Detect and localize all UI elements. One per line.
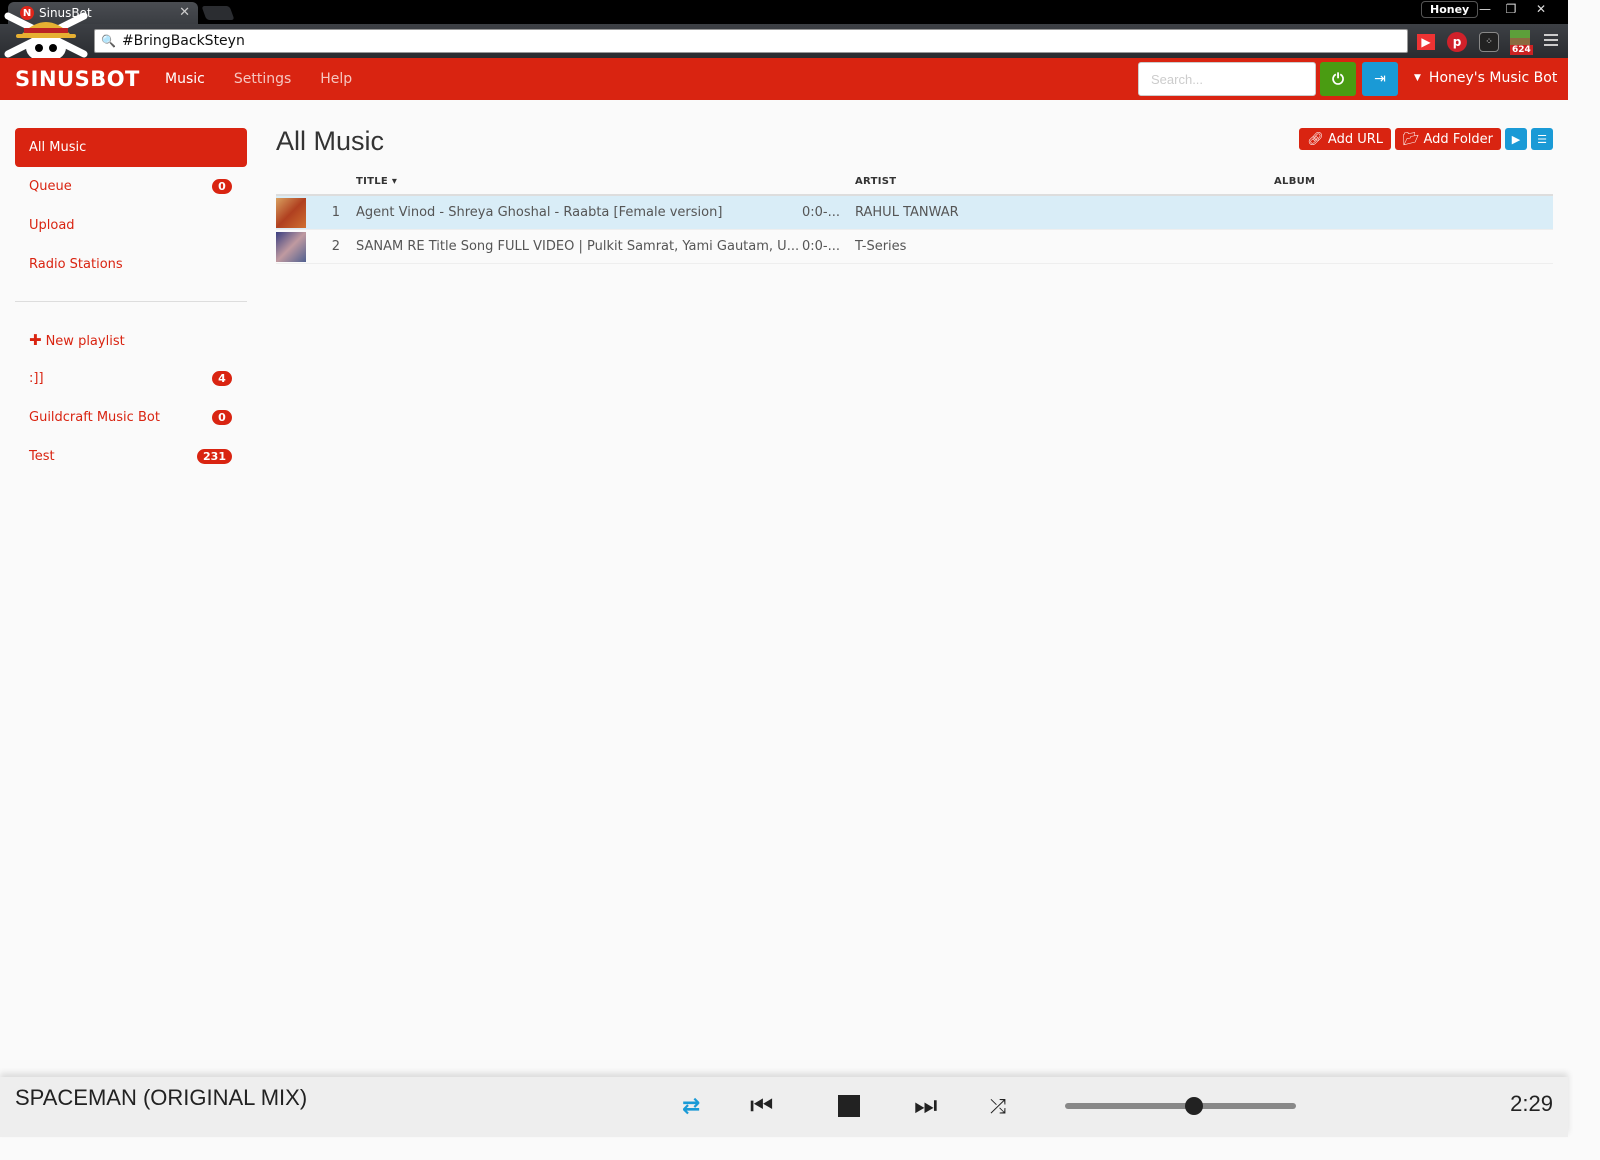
- table-row[interactable]: 2 SANAM RE Title Song FULL VIDEO | Pulki…: [276, 230, 1553, 264]
- profile-badge[interactable]: Honey: [1421, 1, 1479, 18]
- table-header: TITLE ▾ ARTIST ALBUM: [276, 168, 1553, 196]
- stop-icon: [838, 1095, 860, 1117]
- next-button[interactable]: ⏭: [914, 1091, 937, 1121]
- playlist-item[interactable]: :]] 4: [15, 359, 247, 398]
- play-icon: ▶: [1511, 132, 1521, 146]
- volume-slider-handle[interactable]: [1185, 1097, 1204, 1115]
- power-button[interactable]: ⏻: [1320, 62, 1356, 96]
- sidebar-item-upload[interactable]: Upload: [15, 206, 247, 245]
- nav-settings[interactable]: Settings: [234, 71, 291, 87]
- add-folder-label: Add Folder: [1423, 131, 1493, 147]
- repeat-button[interactable]: ⇄: [682, 1091, 700, 1121]
- sidebar-item-label: All Music: [29, 140, 87, 155]
- column-album[interactable]: ALBUM: [1274, 176, 1553, 187]
- new-playlist-label: New playlist: [45, 333, 125, 349]
- track-table: TITLE ▾ ARTIST ALBUM 1 Agent Vinod - Shr…: [276, 168, 1553, 264]
- track-number: 1: [331, 205, 340, 220]
- sidebar-item-label: Queue: [29, 179, 72, 194]
- close-tab-icon[interactable]: ✕: [179, 5, 190, 20]
- count-badge: 231: [197, 449, 232, 464]
- power-icon: ⏻: [1332, 70, 1344, 88]
- caret-down-icon: ▼: [1414, 73, 1421, 83]
- volume-slider[interactable]: [1065, 1097, 1296, 1115]
- youtube-icon[interactable]: ▶: [1417, 34, 1435, 50]
- fast-backward-icon: ⏮: [750, 1090, 774, 1121]
- shuffle-button[interactable]: ⤮: [990, 1091, 1006, 1121]
- repeat-icon: ⇄: [682, 1093, 701, 1119]
- browser-chrome: N SinusBot ✕ Honey — ❐ ✕ 🔍 #BringBackSte…: [0, 0, 1568, 58]
- playback-time: 2:29: [1510, 1091, 1553, 1116]
- new-playlist-button[interactable]: ✚ New playlist: [15, 320, 247, 359]
- add-folder-button[interactable]: 📂︎ Add Folder: [1395, 128, 1501, 150]
- blackberry-icon[interactable]: ⁘: [1479, 32, 1499, 52]
- folder-open-icon: 📂︎: [1403, 131, 1420, 147]
- playlist-item[interactable]: Test 231: [15, 437, 247, 476]
- brand-logo[interactable]: SINUSBOT: [15, 67, 165, 91]
- column-artist[interactable]: ARTIST: [855, 176, 1274, 187]
- count-badge: 4: [212, 371, 232, 386]
- track-artist: T-Series: [855, 239, 907, 254]
- now-playing-title: SPACEMAN (ORIGINAL MIX): [15, 1085, 308, 1110]
- track-duration: 0:0-...: [802, 239, 841, 254]
- bot-selector[interactable]: ▼ Honey's Music Bot: [1414, 70, 1557, 86]
- player-bar: SPACEMAN (ORIGINAL MIX) ⇄ ⏮ ⏭ ⤮ 2:29: [0, 1077, 1568, 1137]
- pirate-skull-icon: [4, 12, 88, 58]
- sidebar-item-label: Upload: [29, 218, 75, 233]
- logout-button[interactable]: ⇥: [1362, 62, 1398, 96]
- sign-out-icon: ⇥: [1374, 71, 1386, 87]
- app-navbar: SINUSBOT Music Settings Help ⏻ ⇥ ▼ Honey…: [0, 58, 1568, 100]
- play-button[interactable]: ▶: [1505, 128, 1527, 150]
- list-view-button[interactable]: ☰: [1531, 128, 1553, 150]
- nav-help[interactable]: Help: [320, 71, 352, 87]
- count-badge: 0: [212, 179, 232, 194]
- track-artist: RAHUL TANWAR: [855, 205, 959, 220]
- minecraft-badge: 624: [1510, 45, 1533, 55]
- track-number: 2: [331, 239, 340, 254]
- playlist-label: :]]: [29, 371, 44, 386]
- sort-caret-icon: ▾: [391, 175, 398, 187]
- address-bar[interactable]: 🔍 #BringBackSteyn: [94, 29, 1408, 53]
- count-badge: 0: [212, 410, 232, 425]
- track-title: SANAM RE Title Song FULL VIDEO | Pulkit …: [356, 239, 800, 254]
- sidebar: All Music Queue 0 Upload Radio Stations …: [15, 128, 247, 476]
- table-row[interactable]: 1 Agent Vinod - Shreya Ghoshal - Raabta …: [276, 196, 1553, 230]
- track-title: Agent Vinod - Shreya Ghoshal - Raabta [F…: [356, 205, 723, 220]
- new-tab-button[interactable]: [201, 6, 235, 20]
- track-duration: 0:0-...: [802, 205, 841, 220]
- playlist-label: Test: [29, 449, 55, 464]
- minimize-icon[interactable]: —: [1472, 0, 1498, 17]
- add-url-label: Add URL: [1327, 131, 1383, 147]
- action-buttons: 🔗︎ Add URL 📂︎ Add Folder ▶ ☰: [1299, 128, 1553, 150]
- address-text: #BringBackSteyn: [121, 33, 245, 49]
- column-title-label: TITLE: [356, 175, 389, 187]
- add-url-button[interactable]: 🔗︎ Add URL: [1299, 128, 1391, 150]
- sidebar-divider: [15, 301, 247, 302]
- stop-button[interactable]: [838, 1091, 860, 1121]
- pinterest-icon[interactable]: p: [1447, 32, 1467, 52]
- column-title[interactable]: TITLE ▾: [356, 176, 802, 187]
- sidebar-item-queue[interactable]: Queue 0: [15, 167, 247, 206]
- previous-button[interactable]: ⏮: [750, 1091, 773, 1121]
- close-window-icon[interactable]: ✕: [1528, 0, 1554, 17]
- plus-icon: ✚: [29, 330, 42, 349]
- link-icon: 🔗︎: [1307, 131, 1324, 147]
- browser-menu-icon[interactable]: [1544, 34, 1558, 49]
- search-input[interactable]: [1138, 62, 1316, 96]
- search-icon: 🔍: [101, 34, 116, 48]
- playlist-label: Guildcraft Music Bot: [29, 410, 160, 425]
- main-content: All Music 🔗︎ Add URL 📂︎ Add Folder ▶ ☰ T…: [276, 120, 1553, 264]
- nav-music[interactable]: Music: [165, 71, 205, 87]
- list-icon: ☰: [1537, 132, 1547, 146]
- sidebar-item-label: Radio Stations: [29, 257, 123, 272]
- playlist-item[interactable]: Guildcraft Music Bot 0: [15, 398, 247, 437]
- sidebar-item-all-music[interactable]: All Music: [15, 128, 247, 167]
- bot-name: Honey's Music Bot: [1428, 70, 1558, 86]
- track-thumbnail: [276, 197, 306, 228]
- fast-forward-icon: ⏭: [914, 1090, 938, 1121]
- restore-icon[interactable]: ❐: [1498, 0, 1524, 17]
- track-thumbnail: [276, 231, 306, 262]
- shuffle-icon: ⤮: [990, 1094, 1006, 1118]
- sidebar-item-radio-stations[interactable]: Radio Stations: [15, 245, 247, 284]
